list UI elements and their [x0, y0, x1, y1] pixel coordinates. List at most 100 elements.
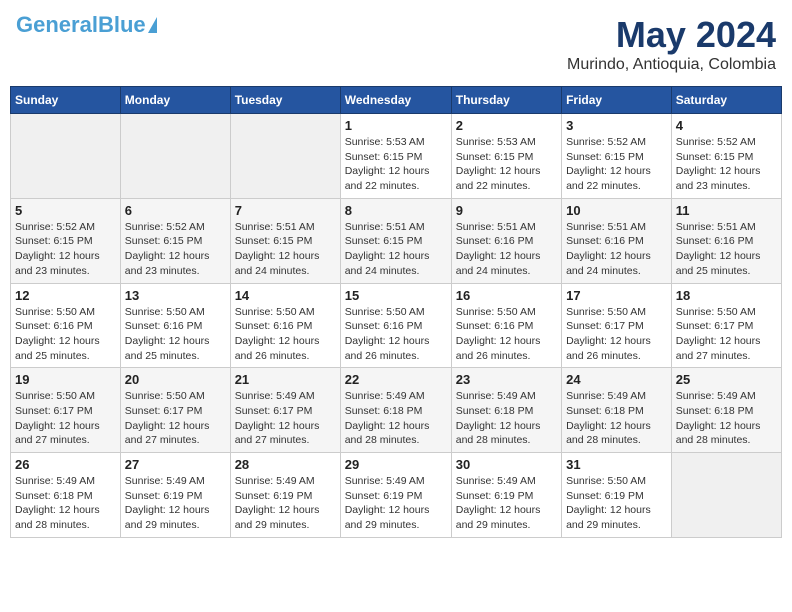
- day-info: Sunrise: 5:49 AMSunset: 6:18 PMDaylight:…: [566, 389, 667, 448]
- day-number: 2: [456, 118, 557, 133]
- day-info: Sunrise: 5:49 AMSunset: 6:19 PMDaylight:…: [345, 474, 447, 533]
- day-number: 5: [15, 203, 116, 218]
- calendar-cell: 7 Sunrise: 5:51 AMSunset: 6:15 PMDaylight…: [230, 198, 340, 283]
- day-info: Sunrise: 5:51 AMSunset: 6:16 PMDaylight:…: [676, 220, 777, 279]
- weekday-header-wednesday: Wednesday: [340, 87, 451, 114]
- day-number: 13: [125, 288, 226, 303]
- day-info: Sunrise: 5:52 AMSunset: 6:15 PMDaylight:…: [125, 220, 226, 279]
- day-info: Sunrise: 5:50 AMSunset: 6:17 PMDaylight:…: [125, 389, 226, 448]
- day-number: 4: [676, 118, 777, 133]
- calendar: SundayMondayTuesdayWednesdayThursdayFrid…: [10, 86, 782, 538]
- day-info: Sunrise: 5:50 AMSunset: 6:19 PMDaylight:…: [566, 474, 667, 533]
- calendar-cell: 18 Sunrise: 5:50 AMSunset: 6:17 PMDayligh…: [671, 283, 781, 368]
- day-number: 1: [345, 118, 447, 133]
- calendar-cell: 21Sunrise: 5:49 AMSunset: 6:17 PMDayligh…: [230, 368, 340, 453]
- day-info: Sunrise: 5:49 AMSunset: 6:18 PMDaylight:…: [676, 389, 777, 448]
- calendar-cell: 30Sunrise: 5:49 AMSunset: 6:19 PMDayligh…: [451, 453, 561, 538]
- day-number: 23: [456, 372, 557, 387]
- month-title: May 2024: [567, 14, 776, 56]
- day-number: 16: [456, 288, 557, 303]
- day-number: 14: [235, 288, 336, 303]
- weekday-header-sunday: Sunday: [11, 87, 121, 114]
- calendar-cell: 22Sunrise: 5:49 AMSunset: 6:18 PMDayligh…: [340, 368, 451, 453]
- day-number: 21: [235, 372, 336, 387]
- day-number: 11: [676, 203, 777, 218]
- day-number: 8: [345, 203, 447, 218]
- day-info: Sunrise: 5:49 AMSunset: 6:18 PMDaylight:…: [15, 474, 116, 533]
- week-row-4: 19 Sunrise: 5:50 AMSunset: 6:17 PMDayligh…: [11, 368, 782, 453]
- weekday-header-thursday: Thursday: [451, 87, 561, 114]
- day-number: 22: [345, 372, 447, 387]
- calendar-cell: 2 Sunrise: 5:53 AMSunset: 6:15 PMDaylight…: [451, 114, 561, 199]
- logo-text: GeneralBlue: [16, 14, 146, 36]
- logo: GeneralBlue: [16, 14, 157, 36]
- calendar-cell: 20 Sunrise: 5:50 AMSunset: 6:17 PMDayligh…: [120, 368, 230, 453]
- weekday-header-row: SundayMondayTuesdayWednesdayThursdayFrid…: [11, 87, 782, 114]
- calendar-cell: 4 Sunrise: 5:52 AMSunset: 6:15 PMDaylight…: [671, 114, 781, 199]
- calendar-cell: 17 Sunrise: 5:50 AMSunset: 6:17 PMDayligh…: [562, 283, 672, 368]
- calendar-cell: 5Sunrise: 5:52 AMSunset: 6:15 PMDaylight…: [11, 198, 121, 283]
- day-info: Sunrise: 5:52 AMSunset: 6:15 PMDaylight:…: [566, 135, 667, 194]
- calendar-cell: 29 Sunrise: 5:49 AMSunset: 6:19 PMDayligh…: [340, 453, 451, 538]
- day-number: 3: [566, 118, 667, 133]
- calendar-cell: 12 Sunrise: 5:50 AMSunset: 6:16 PMDayligh…: [11, 283, 121, 368]
- day-number: 28: [235, 457, 336, 472]
- day-number: 12: [15, 288, 116, 303]
- header: GeneralBlue May 2024 Murindo, Antioquia,…: [10, 10, 782, 78]
- day-info: Sunrise: 5:51 AMSunset: 6:16 PMDaylight:…: [456, 220, 557, 279]
- calendar-cell: 8Sunrise: 5:51 AMSunset: 6:15 PMDaylight…: [340, 198, 451, 283]
- week-row-3: 12 Sunrise: 5:50 AMSunset: 6:16 PMDayligh…: [11, 283, 782, 368]
- calendar-cell: 9 Sunrise: 5:51 AMSunset: 6:16 PMDaylight…: [451, 198, 561, 283]
- calendar-cell: 31 Sunrise: 5:50 AMSunset: 6:19 PMDayligh…: [562, 453, 672, 538]
- calendar-cell: 26 Sunrise: 5:49 AMSunset: 6:18 PMDayligh…: [11, 453, 121, 538]
- day-info: Sunrise: 5:50 AMSunset: 6:16 PMDaylight:…: [15, 305, 116, 364]
- day-number: 29: [345, 457, 447, 472]
- day-number: 25: [676, 372, 777, 387]
- day-info: Sunrise: 5:49 AMSunset: 6:18 PMDaylight:…: [456, 389, 557, 448]
- day-info: Sunrise: 5:49 AMSunset: 6:19 PMDaylight:…: [125, 474, 226, 533]
- day-info: Sunrise: 5:51 AMSunset: 6:16 PMDaylight:…: [566, 220, 667, 279]
- day-info: Sunrise: 5:51 AMSunset: 6:15 PMDaylight:…: [235, 220, 336, 279]
- day-number: 20: [125, 372, 226, 387]
- day-number: 18: [676, 288, 777, 303]
- day-info: Sunrise: 5:53 AMSunset: 6:15 PMDaylight:…: [456, 135, 557, 194]
- day-number: 15: [345, 288, 447, 303]
- day-number: 9: [456, 203, 557, 218]
- calendar-cell: 10Sunrise: 5:51 AMSunset: 6:16 PMDayligh…: [562, 198, 672, 283]
- calendar-cell: [671, 453, 781, 538]
- day-info: Sunrise: 5:50 AMSunset: 6:17 PMDaylight:…: [676, 305, 777, 364]
- calendar-cell: 13 Sunrise: 5:50 AMSunset: 6:16 PMDayligh…: [120, 283, 230, 368]
- day-info: Sunrise: 5:50 AMSunset: 6:17 PMDaylight:…: [15, 389, 116, 448]
- day-number: 31: [566, 457, 667, 472]
- day-number: 26: [15, 457, 116, 472]
- calendar-cell: 3 Sunrise: 5:52 AMSunset: 6:15 PMDaylight…: [562, 114, 672, 199]
- day-info: Sunrise: 5:53 AMSunset: 6:15 PMDaylight:…: [345, 135, 447, 194]
- weekday-header-friday: Friday: [562, 87, 672, 114]
- day-info: Sunrise: 5:50 AMSunset: 6:16 PMDaylight:…: [125, 305, 226, 364]
- calendar-cell: 6 Sunrise: 5:52 AMSunset: 6:15 PMDaylight…: [120, 198, 230, 283]
- subtitle: Murindo, Antioquia, Colombia: [567, 56, 776, 74]
- day-number: 24: [566, 372, 667, 387]
- day-number: 7: [235, 203, 336, 218]
- weekday-header-saturday: Saturday: [671, 87, 781, 114]
- calendar-cell: 15 Sunrise: 5:50 AMSunset: 6:16 PMDayligh…: [340, 283, 451, 368]
- day-info: Sunrise: 5:50 AMSunset: 6:16 PMDaylight:…: [345, 305, 447, 364]
- week-row-2: 5 Sunrise: 5:52 AMSunset: 6:15 PMDaylight…: [11, 198, 782, 283]
- calendar-cell: 16Sunrise: 5:50 AMSunset: 6:16 PMDayligh…: [451, 283, 561, 368]
- calendar-cell: 11 Sunrise: 5:51 AMSunset: 6:16 PMDayligh…: [671, 198, 781, 283]
- logo-part2: Blue: [98, 12, 146, 37]
- calendar-cell: 14Sunrise: 5:50 AMSunset: 6:16 PMDayligh…: [230, 283, 340, 368]
- title-block: May 2024 Murindo, Antioquia, Colombia: [567, 14, 776, 74]
- logo-triangle-icon: [148, 17, 157, 33]
- day-info: Sunrise: 5:52 AMSunset: 6:15 PMDaylight:…: [676, 135, 777, 194]
- day-info: Sunrise: 5:50 AMSunset: 6:17 PMDaylight:…: [566, 305, 667, 364]
- calendar-cell: 25 Sunrise: 5:49 AMSunset: 6:18 PMDayligh…: [671, 368, 781, 453]
- day-number: 19: [15, 372, 116, 387]
- calendar-cell: 1 Sunrise: 5:53 AMSunset: 6:15 PMDaylight…: [340, 114, 451, 199]
- day-number: 17: [566, 288, 667, 303]
- day-info: Sunrise: 5:49 AMSunset: 6:19 PMDaylight:…: [235, 474, 336, 533]
- calendar-cell: 24 Sunrise: 5:49 AMSunset: 6:18 PMDayligh…: [562, 368, 672, 453]
- day-info: Sunrise: 5:49 AMSunset: 6:19 PMDaylight:…: [456, 474, 557, 533]
- day-number: 27: [125, 457, 226, 472]
- day-number: 6: [125, 203, 226, 218]
